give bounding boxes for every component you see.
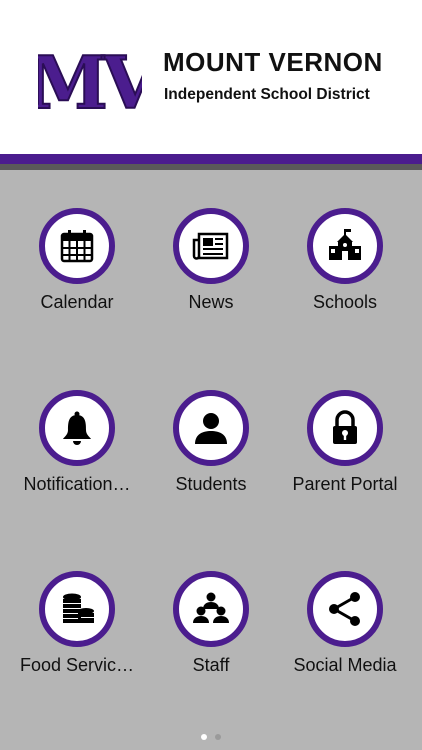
tile-label: Students [175,474,247,494]
tile-label: Food Servic… [19,655,135,675]
bell-icon [63,411,91,445]
tile-students[interactable]: Students [143,390,279,510]
tile-label: Social Media [293,655,397,675]
tile-label: Schools [312,292,378,312]
app-header: MV MOUNT VERNON Independent School Distr… [0,0,422,154]
tile-schools[interactable]: Schools [277,208,413,328]
schoolhouse-icon [329,229,361,260]
coin-stack-icon [63,593,94,623]
tile-staff[interactable]: Staff [143,571,279,691]
page-dot[interactable] [215,734,221,740]
group-icon [193,592,229,623]
header-divider-purple [0,154,422,164]
padlock-icon [333,410,357,444]
tile-notifications[interactable]: Notification… [9,390,145,510]
tile-label: Notification… [23,474,131,494]
newspaper-icon [192,232,229,260]
page-indicator [0,734,422,744]
page-dot-active[interactable] [201,734,207,740]
svg-text:MV: MV [38,40,142,125]
person-icon [195,413,227,444]
tile-label: Calendar [40,292,114,312]
tile-label: Staff [192,655,230,675]
tile-news[interactable]: News [143,208,279,328]
tile-social-media[interactable]: Social Media [277,571,413,691]
tile-food-services[interactable]: Food Servic… [9,571,145,691]
share-icon [329,592,360,626]
menu-grid: Calendar News Schools Notification… Stud… [0,170,422,730]
tile-label: News [188,292,234,312]
district-subtitle: Independent School District [164,86,370,103]
mv-logo: MV [38,39,142,126]
tile-label: Parent Portal [292,474,398,494]
district-title: MOUNT VERNON [163,47,383,77]
tile-parent-portal[interactable]: Parent Portal [277,390,413,510]
tile-calendar[interactable]: Calendar [9,208,145,328]
calendar-icon [60,230,94,263]
